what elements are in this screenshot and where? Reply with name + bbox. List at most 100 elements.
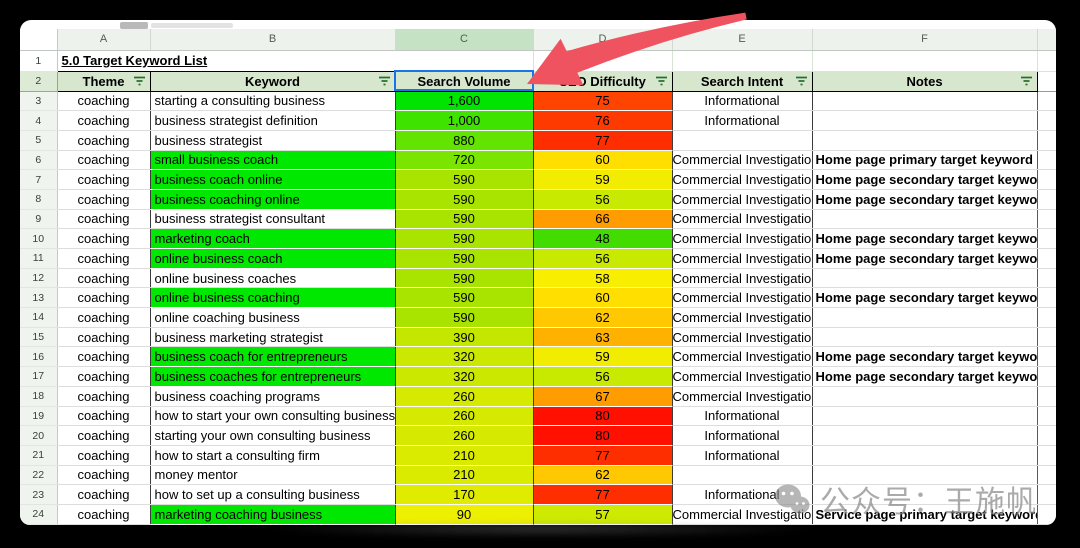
search-intent-cell[interactable]: Commercial Investigation xyxy=(672,386,812,406)
notes-cell[interactable] xyxy=(812,268,1037,288)
keyword-cell[interactable]: online coaching business xyxy=(150,308,395,328)
search-intent-cell[interactable]: Informational xyxy=(672,111,812,131)
row-number[interactable]: 12 xyxy=(20,268,57,288)
search-volume-cell[interactable]: 720 xyxy=(395,150,533,170)
search-volume-cell[interactable]: 170 xyxy=(395,485,533,505)
theme-cell[interactable]: coaching xyxy=(57,347,150,367)
keyword-cell[interactable]: business strategist definition xyxy=(150,111,395,131)
theme-cell[interactable]: coaching xyxy=(57,485,150,505)
search-intent-cell[interactable] xyxy=(672,465,812,485)
notes-cell[interactable] xyxy=(812,130,1037,150)
filter-icon[interactable] xyxy=(378,76,391,87)
search-volume-cell[interactable]: 590 xyxy=(395,189,533,209)
search-intent-cell[interactable] xyxy=(672,130,812,150)
search-volume-cell[interactable]: 590 xyxy=(395,209,533,229)
column-letter-f[interactable]: F xyxy=(812,29,1037,50)
theme-cell[interactable]: coaching xyxy=(57,367,150,387)
keyword-cell[interactable]: business strategist xyxy=(150,130,395,150)
empty-cell[interactable] xyxy=(1037,327,1056,347)
seo-difficulty-cell[interactable]: 63 xyxy=(533,327,672,347)
theme-cell[interactable]: coaching xyxy=(57,189,150,209)
search-intent-cell[interactable]: Informational xyxy=(672,406,812,426)
empty-cell[interactable] xyxy=(533,50,672,71)
keyword-cell[interactable]: business coach for entrepreneurs xyxy=(150,347,395,367)
seo-difficulty-cell[interactable]: 59 xyxy=(533,170,672,190)
search-intent-cell[interactable]: Commercial Investigation xyxy=(672,249,812,269)
empty-cell[interactable] xyxy=(1037,130,1056,150)
search-volume-cell[interactable]: 320 xyxy=(395,367,533,387)
seo-difficulty-cell[interactable]: 80 xyxy=(533,406,672,426)
filter-icon[interactable] xyxy=(655,76,668,87)
filter-icon[interactable] xyxy=(133,76,146,87)
empty-cell[interactable] xyxy=(1037,91,1056,111)
search-intent-cell[interactable]: Commercial Investigation xyxy=(672,327,812,347)
empty-cell[interactable] xyxy=(1037,71,1056,91)
search-volume-cell[interactable]: 880 xyxy=(395,130,533,150)
row-number[interactable]: 19 xyxy=(20,406,57,426)
notes-cell[interactable]: Service page primary target keyword xyxy=(812,504,1037,524)
search-intent-cell[interactable]: Informational xyxy=(672,445,812,465)
seo-difficulty-cell[interactable]: 58 xyxy=(533,268,672,288)
row-number[interactable]: 21 xyxy=(20,445,57,465)
notes-cell[interactable] xyxy=(812,465,1037,485)
seo-difficulty-cell[interactable]: 60 xyxy=(533,150,672,170)
theme-cell[interactable]: coaching xyxy=(57,249,150,269)
seo-difficulty-cell[interactable]: 59 xyxy=(533,347,672,367)
notes-cell[interactable]: Home page secondary target keyword xyxy=(812,249,1037,269)
search-intent-cell[interactable]: Commercial Investigation xyxy=(672,367,812,387)
empty-cell[interactable] xyxy=(1037,504,1056,524)
keyword-cell[interactable]: how to start your own consulting busines… xyxy=(150,406,395,426)
notes-cell[interactable] xyxy=(812,426,1037,446)
notes-cell[interactable] xyxy=(812,209,1037,229)
keyword-cell[interactable]: online business coaching xyxy=(150,288,395,308)
keyword-cell[interactable]: small business coach xyxy=(150,150,395,170)
search-volume-cell[interactable]: 1,600 xyxy=(395,91,533,111)
keyword-cell[interactable]: how to set up a consulting business xyxy=(150,485,395,505)
empty-cell[interactable] xyxy=(1037,465,1056,485)
empty-cell[interactable] xyxy=(1037,268,1056,288)
theme-cell[interactable]: coaching xyxy=(57,111,150,131)
column-header-notes[interactable]: Notes xyxy=(812,71,1037,91)
search-volume-cell[interactable]: 210 xyxy=(395,445,533,465)
theme-cell[interactable]: coaching xyxy=(57,426,150,446)
row-number[interactable]: 7 xyxy=(20,170,57,190)
row-number[interactable]: 2 xyxy=(20,71,57,91)
row-number[interactable]: 1 xyxy=(20,50,57,71)
empty-cell[interactable] xyxy=(1037,249,1056,269)
column-header-search-volume[interactable]: Search Volume xyxy=(395,71,533,91)
empty-cell[interactable] xyxy=(1037,406,1056,426)
column-letter-e[interactable]: E xyxy=(672,29,812,50)
notes-cell[interactable]: Home page secondary target keyword xyxy=(812,288,1037,308)
column-header-seo-difficulty[interactable]: SEO Difficulty xyxy=(533,71,672,91)
row-number[interactable]: 13 xyxy=(20,288,57,308)
notes-cell[interactable] xyxy=(812,91,1037,111)
notes-cell[interactable] xyxy=(812,406,1037,426)
theme-cell[interactable]: coaching xyxy=(57,268,150,288)
notes-cell[interactable]: Home page secondary target keyword xyxy=(812,170,1037,190)
column-header-search-intent[interactable]: Search Intent xyxy=(672,71,812,91)
empty-cell[interactable] xyxy=(672,50,812,71)
theme-cell[interactable]: coaching xyxy=(57,308,150,328)
column-header-keyword[interactable]: Keyword xyxy=(150,71,395,91)
row-number[interactable]: 18 xyxy=(20,386,57,406)
empty-cell[interactable] xyxy=(1037,367,1056,387)
seo-difficulty-cell[interactable]: 77 xyxy=(533,445,672,465)
search-intent-cell[interactable]: Commercial Investigation xyxy=(672,189,812,209)
theme-cell[interactable]: coaching xyxy=(57,386,150,406)
search-volume-cell[interactable]: 590 xyxy=(395,170,533,190)
notes-cell[interactable]: Home page secondary target keyword xyxy=(812,347,1037,367)
search-volume-cell[interactable]: 1,000 xyxy=(395,111,533,131)
row-number[interactable]: 15 xyxy=(20,327,57,347)
empty-cell[interactable] xyxy=(1037,308,1056,328)
empty-cell[interactable] xyxy=(1037,386,1056,406)
theme-cell[interactable]: coaching xyxy=(57,406,150,426)
search-intent-cell[interactable]: Informational xyxy=(672,91,812,111)
keyword-cell[interactable]: online business coaches xyxy=(150,268,395,288)
notes-cell[interactable] xyxy=(812,111,1037,131)
row-number[interactable]: 4 xyxy=(20,111,57,131)
search-volume-cell[interactable]: 260 xyxy=(395,386,533,406)
empty-cell[interactable] xyxy=(1037,445,1056,465)
seo-difficulty-cell[interactable]: 77 xyxy=(533,485,672,505)
seo-difficulty-cell[interactable]: 76 xyxy=(533,111,672,131)
search-intent-cell[interactable]: Commercial Investigation xyxy=(672,229,812,249)
